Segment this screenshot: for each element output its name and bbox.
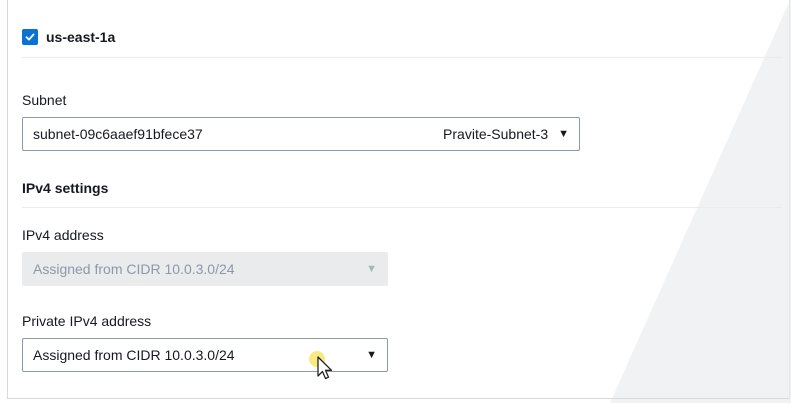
- caret-down-icon: ▼: [366, 263, 377, 275]
- private-ipv4-address-label: Private IPv4 address: [22, 313, 152, 329]
- az-label: us-east-1a: [46, 29, 116, 45]
- subnet-select[interactable]: subnet-09c6aaef91bfece37 Pravite-Subnet-…: [22, 117, 580, 151]
- subnet-label: Subnet: [22, 92, 67, 108]
- ipv4-address-value: Assigned from CIDR 10.0.3.0/24: [33, 261, 235, 277]
- divider: [22, 207, 782, 208]
- divider: [22, 57, 782, 58]
- ipv4-address-select: Assigned from CIDR 10.0.3.0/24 ▼: [22, 252, 388, 286]
- ipv4-address-label: IPv4 address: [22, 227, 104, 243]
- caret-down-icon: ▼: [558, 128, 569, 140]
- subnet-name: Pravite-Subnet-3: [443, 126, 549, 142]
- ipv4-settings-title: IPv4 settings: [22, 180, 109, 196]
- subnet-value: subnet-09c6aaef91bfece37: [33, 126, 203, 142]
- availability-zone-row[interactable]: us-east-1a: [22, 29, 115, 45]
- mouse-pointer-icon: [309, 351, 333, 380]
- caret-down-icon: ▼: [366, 349, 377, 361]
- az-checkbox[interactable]: [22, 29, 38, 45]
- check-icon: [25, 33, 35, 41]
